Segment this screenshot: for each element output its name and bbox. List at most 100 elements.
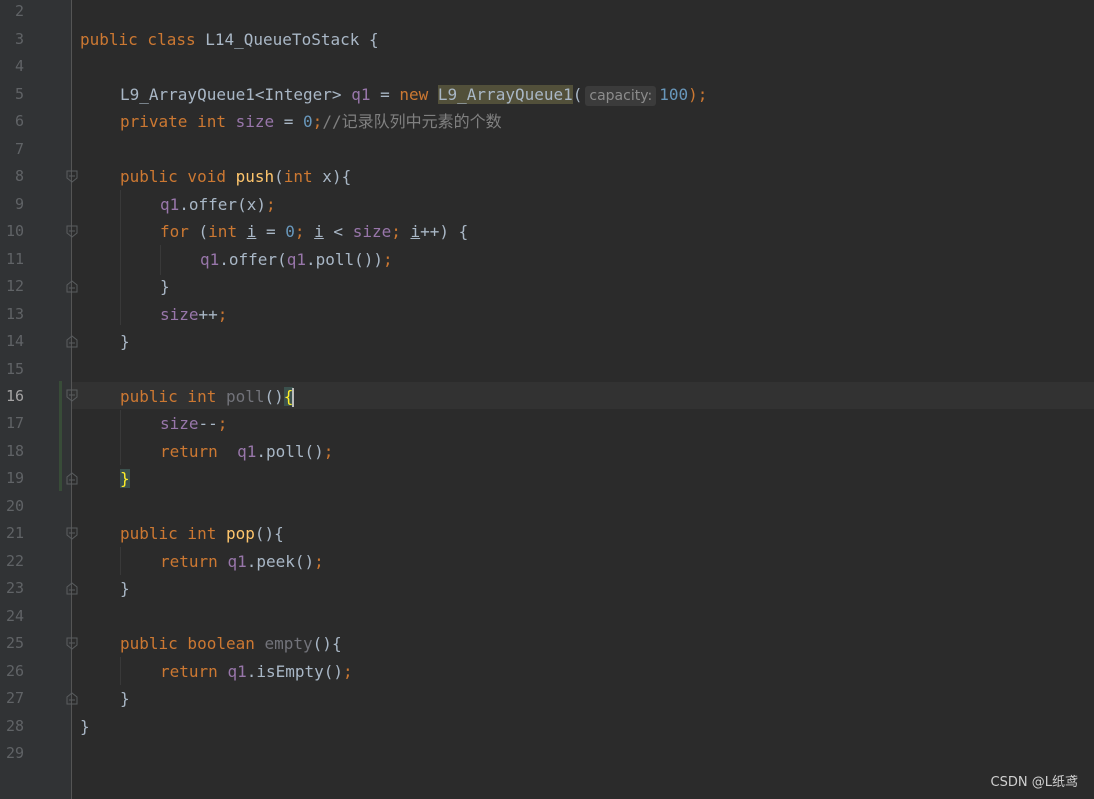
code-line-28[interactable]: } — [80, 713, 90, 741]
code-line-13[interactable]: size++; — [160, 301, 227, 329]
field-name: q1 — [160, 194, 180, 214]
comment: 记录队列中元素的个数 — [341, 112, 502, 131]
number-literal: 100 — [659, 84, 689, 104]
code-text: ; — [314, 551, 324, 571]
code-text: (){ — [312, 634, 342, 653]
code-text: = — [256, 222, 286, 241]
code-line-16[interactable]: public int poll(){ — [120, 383, 295, 411]
line-number: 12 — [5, 277, 24, 295]
line-number: 11 — [5, 249, 24, 268]
code-text: = — [370, 84, 400, 104]
code-line-21[interactable]: public int pop(){ — [120, 520, 284, 548]
field-name: size — [352, 222, 392, 241]
line-number: 23 — [5, 579, 24, 597]
matched-brace: } — [120, 469, 130, 488]
line-number: 8 — [14, 167, 24, 185]
indent-guide — [160, 245, 161, 275]
indent-guide — [120, 657, 121, 685]
keyword: int — [283, 167, 313, 186]
keyword: public boolean — [120, 634, 265, 653]
code-line-11[interactable]: q1.offer(q1.poll()); — [200, 246, 393, 274]
code-line-23[interactable]: } — [120, 575, 130, 603]
line-number: 17 — [5, 414, 24, 432]
field-name: q1 — [227, 661, 247, 681]
code-text: ; — [383, 249, 393, 269]
vcs-change-marker[interactable] — [59, 381, 62, 491]
method-name: pop — [225, 524, 255, 543]
field-name: q1 — [227, 551, 247, 571]
code-line-27[interactable]: } — [120, 685, 130, 713]
code-text: ; — [265, 194, 276, 214]
code-line-26[interactable]: return q1.isEmpty(); — [160, 658, 353, 686]
code-text: (){ — [254, 524, 284, 543]
keyword: public void — [120, 167, 236, 186]
field-name: size — [235, 112, 275, 131]
code-editor[interactable]: 2 3 4 5 6 7 8 9 10 11 12 13 14 15 16 17 … — [0, 0, 1094, 799]
variable: i — [246, 222, 257, 241]
code-text: ; — [294, 222, 315, 241]
keyword: new — [399, 84, 438, 104]
code-text: < — [323, 222, 353, 241]
line-number: 15 — [5, 359, 24, 378]
keyword: public int — [120, 386, 226, 406]
code-line-10[interactable]: for (int i = 0; i < size; i++) { — [160, 218, 468, 246]
line-number: 22 — [5, 551, 24, 570]
constructor-name: L9_ArrayQueue1 — [437, 84, 573, 104]
code-text: .offer( — [219, 249, 287, 269]
number-literal: 0 — [285, 222, 295, 241]
code-line-25[interactable]: public boolean empty(){ — [120, 630, 342, 658]
line-number: 24 — [5, 606, 24, 625]
code-text: } — [120, 332, 130, 351]
code-text: ++) { — [420, 222, 469, 241]
line-number: 28 — [5, 716, 24, 735]
code-text: ; — [312, 112, 323, 131]
code-line-8[interactable]: public void push(int x){ — [120, 163, 351, 191]
line-number: 26 — [5, 661, 24, 680]
code-text: .peek() — [246, 551, 315, 571]
indent-guide — [120, 190, 121, 325]
code-text: -- — [198, 414, 218, 433]
keyword: public int — [120, 524, 226, 543]
line-number: 20 — [5, 496, 24, 515]
code-text: ( — [274, 167, 284, 186]
line-number: 7 — [14, 139, 24, 158]
code-line-5[interactable]: L9_ArrayQueue1<Integer> q1 = new L9_Arra… — [120, 81, 707, 109]
line-number: 19 — [5, 469, 24, 487]
keyword: private int — [120, 112, 236, 131]
line-number-gutter[interactable]: 2 3 4 5 6 7 8 9 10 11 12 13 14 15 16 17 … — [0, 0, 72, 799]
code-text: .offer(x) — [179, 194, 266, 214]
code-text: { — [359, 29, 379, 49]
code-line-17[interactable]: size--; — [160, 410, 227, 438]
indent-guide — [120, 547, 121, 575]
field-name: size — [160, 414, 199, 433]
parameter-hint: capacity: — [585, 85, 657, 106]
watermark: CSDN @L纸鸢 — [990, 775, 1078, 790]
line-number: 14 — [5, 332, 24, 350]
keyword: return — [160, 551, 228, 571]
line-number: 2 — [14, 2, 24, 20]
code-text: } — [160, 277, 170, 296]
variable: i — [314, 222, 324, 241]
method-name: poll — [225, 386, 265, 406]
comment: // — [322, 112, 342, 131]
code-area[interactable]: public class L14_QueueToStack { L9_Array… — [73, 0, 1094, 799]
code-line-22[interactable]: return q1.peek(); — [160, 548, 324, 576]
code-line-6[interactable]: private int size = 0;//记录队列中元素的个数 — [120, 108, 502, 136]
method-name: push — [235, 167, 275, 186]
code-line-9[interactable]: q1.offer(x); — [160, 191, 276, 219]
keyword: return — [160, 661, 228, 681]
code-text: ; — [217, 414, 228, 433]
code-text: ; — [217, 304, 228, 324]
code-line-19[interactable]: } — [120, 465, 130, 493]
code-line-3[interactable]: public class L14_QueueToStack { — [80, 26, 379, 54]
code-line-18[interactable]: return q1.poll(); — [160, 438, 333, 466]
code-text: } — [120, 579, 130, 598]
line-number: 9 — [14, 194, 24, 213]
keyword: int — [208, 222, 247, 241]
line-number: 25 — [5, 634, 24, 652]
code-line-14[interactable]: } — [120, 328, 130, 356]
code-text: ; — [323, 441, 334, 461]
code-line-12[interactable]: } — [160, 273, 170, 301]
method-name: empty — [264, 634, 313, 653]
class-name: L14_QueueToStack — [205, 29, 360, 49]
